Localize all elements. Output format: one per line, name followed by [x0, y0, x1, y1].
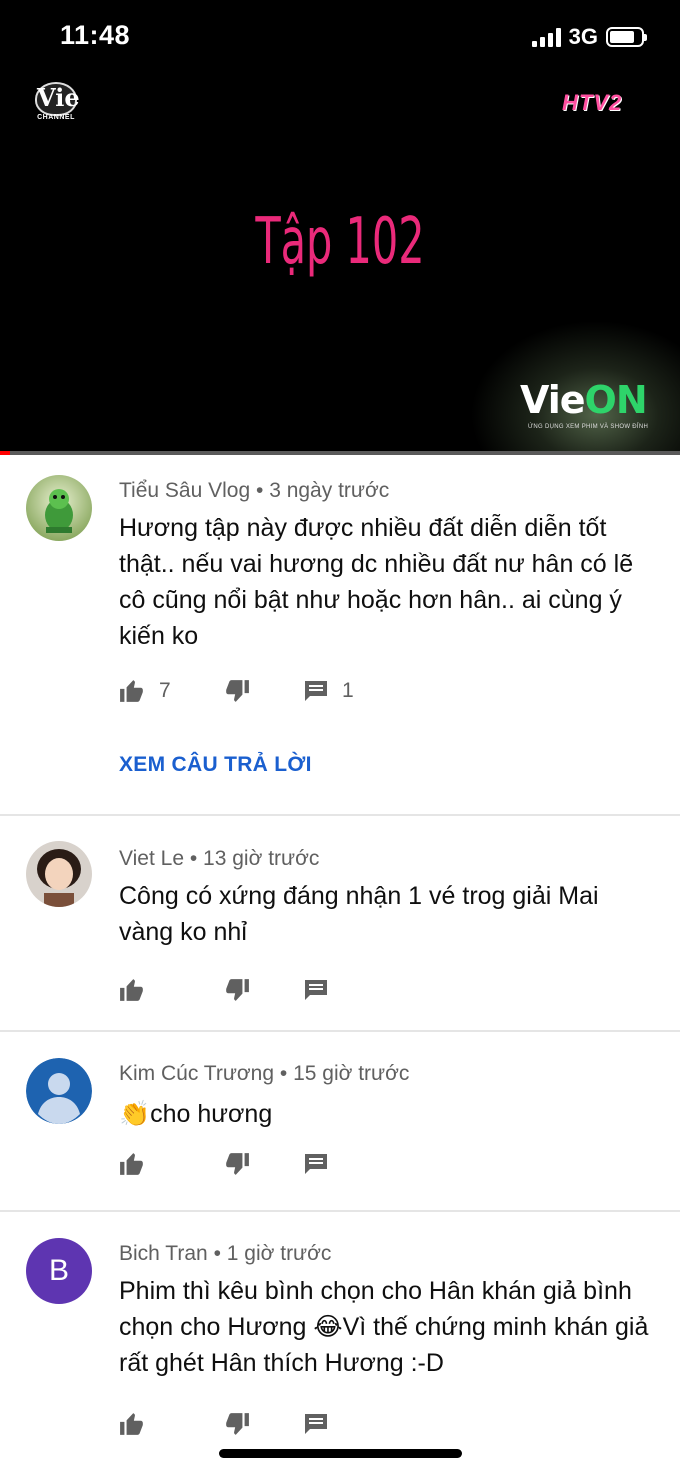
- avatar[interactable]: [26, 841, 92, 907]
- like-button[interactable]: 7: [119, 679, 224, 703]
- network-type: 3G: [568, 24, 598, 49]
- comment-item: B Bich Tran • 1 giờ trước Phim thì kêu b…: [0, 1212, 680, 1472]
- avatar-image: [26, 841, 92, 907]
- reply-count: 1: [342, 679, 354, 702]
- thumbs-up-icon: [120, 979, 143, 1001]
- avatar[interactable]: [26, 1058, 92, 1124]
- comment-item: Tiểu Sâu Vlog • 3 ngày trước Hương tập n…: [0, 455, 680, 816]
- reply-button[interactable]: [304, 1413, 328, 1435]
- signal-icon: [531, 27, 561, 47]
- thumbs-up-icon: [120, 1413, 143, 1435]
- comment-text: Công có xứng đáng nhận 1 vé trog giải Ma…: [119, 882, 599, 946]
- author-name[interactable]: Viet Le: [119, 847, 184, 870]
- laughing-emoji: 😂: [313, 1313, 343, 1341]
- comment-actions: 7 1: [119, 679, 354, 703]
- home-indicator[interactable]: [219, 1449, 462, 1458]
- author-name[interactable]: Kim Cúc Trương: [119, 1062, 274, 1085]
- comment-meta: Tiểu Sâu Vlog • 3 ngày trước: [119, 479, 390, 502]
- clapping-emoji: 👏: [119, 1100, 151, 1128]
- vieon-tagline: ỨNG DỤNG XEM PHIM VÀ SHOW ĐỈNH: [528, 424, 649, 430]
- htv2-logo: HTV2: [562, 90, 623, 115]
- author-name[interactable]: Bich Tran: [119, 1242, 208, 1265]
- view-replies-link[interactable]: XEM CÂU TRẢ LỜI: [119, 753, 312, 777]
- like-count: 7: [159, 679, 171, 702]
- comment-meta: Viet Le • 13 giờ trước: [119, 847, 320, 870]
- avatar[interactable]: B: [26, 1238, 92, 1304]
- default-avatar-icon: [26, 1058, 92, 1124]
- comment-text: Phim thì kêu bình chọn cho Hân khán giả …: [119, 1277, 649, 1377]
- comment-actions: [119, 1412, 328, 1436]
- thumbs-down-icon: [226, 680, 249, 702]
- comment-icon: [305, 681, 327, 701]
- comment-text: 👏cho hương: [119, 1100, 273, 1128]
- comment-meta: Bich Tran • 1 giờ trước: [119, 1242, 332, 1265]
- comments-list: Tiểu Sâu Vlog • 3 ngày trước Hương tập n…: [0, 455, 680, 1472]
- vieon-watermark: VieON: [520, 378, 648, 422]
- dislike-button[interactable]: [224, 978, 304, 1002]
- reply-button[interactable]: [304, 1153, 328, 1175]
- episode-title: Tập 102: [255, 205, 425, 279]
- comment-item: Kim Cúc Trương • 15 giờ trước 👏cho hương: [0, 1032, 680, 1212]
- comment-actions: [119, 1152, 328, 1176]
- status-bar: 11:48 3G: [0, 0, 680, 75]
- dislike-button[interactable]: [224, 1412, 304, 1436]
- vie-channel-logo: Vie CHANNEL: [35, 82, 80, 121]
- comment-time: 3 ngày trước: [269, 479, 390, 502]
- thumbs-up-icon: [120, 1153, 143, 1175]
- comment-text: Hương tập này được nhiều đất diễn diễn t…: [119, 514, 634, 650]
- thumbs-down-icon: [226, 1153, 249, 1175]
- thumbs-up-icon: [120, 680, 143, 702]
- status-indicators: 3G: [531, 24, 647, 50]
- battery-icon: [606, 27, 647, 47]
- author-name[interactable]: Tiểu Sâu Vlog: [119, 479, 250, 502]
- comment-meta: Kim Cúc Trương • 15 giờ trước: [119, 1062, 410, 1085]
- video-player[interactable]: 11:48 3G Vie CHANNEL HTV2 Tập 102 VieON …: [0, 0, 680, 455]
- reply-button[interactable]: [304, 979, 328, 1001]
- comment-icon: [305, 1414, 327, 1434]
- comment-item: Viet Le • 13 giờ trước Công có xứng đáng…: [0, 816, 680, 1032]
- avatar-image: [26, 475, 92, 541]
- thumbs-down-icon: [226, 1413, 249, 1435]
- status-time: 11:48: [60, 20, 131, 50]
- dislike-button[interactable]: [224, 1152, 304, 1176]
- comment-icon: [305, 1154, 327, 1174]
- avatar[interactable]: [26, 475, 92, 541]
- like-button[interactable]: [119, 978, 224, 1002]
- dislike-button[interactable]: [224, 679, 304, 703]
- comment-actions: [119, 978, 328, 1002]
- comment-icon: [305, 980, 327, 1000]
- comment-time: 1 giờ trước: [226, 1242, 332, 1265]
- avatar-letter: B: [48, 1254, 69, 1287]
- like-button[interactable]: [119, 1412, 224, 1436]
- comment-time: 13 giờ trước: [203, 847, 320, 870]
- reply-button[interactable]: 1: [304, 679, 354, 703]
- like-button[interactable]: [119, 1152, 224, 1176]
- thumbs-down-icon: [226, 979, 249, 1001]
- comment-time: 15 giờ trước: [293, 1062, 410, 1085]
